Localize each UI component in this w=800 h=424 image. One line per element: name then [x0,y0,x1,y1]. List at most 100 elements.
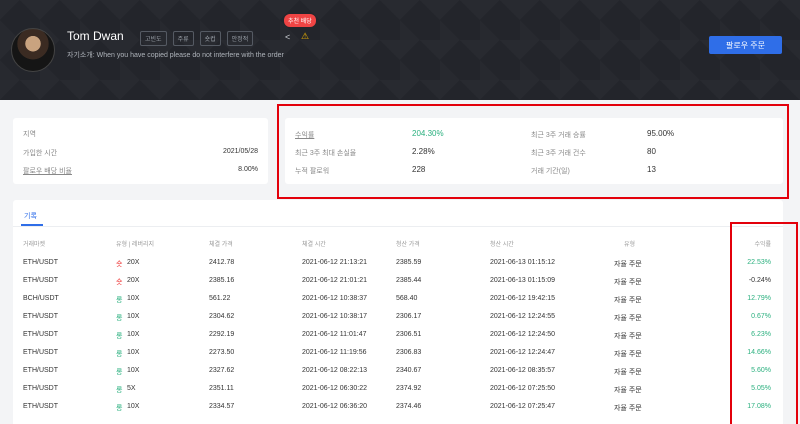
warning-icon[interactable]: ⚠ [301,31,309,42]
trader-header: Tom Dwan 고빈도 주류 숏컵 안정적 자기소개: When you ha… [0,0,800,100]
cell-close-time: 2021-06-12 19:42:15 [490,295,555,302]
tag: 주류 [172,31,194,46]
cell-leverage: 10X [127,295,140,302]
cell-order-type: 자율 주문 [614,387,642,394]
cell-direction: 숏 [116,261,123,268]
cell-leverage: 10X [127,367,140,374]
cell-close-time: 2021-06-12 08:35:57 [490,367,555,374]
tag: 고빈도 [140,31,167,46]
cell-market: ETH/USDT [23,259,58,266]
cell-open-time: 2021-06-12 11:01:47 [302,331,367,338]
region-label: 지역 [23,131,36,138]
cell-direction: 롱 [116,315,123,322]
trader-tags: 고빈도 주류 숏컵 안정적 [140,31,254,46]
records-panel: 기록 거래마켓 유형 | 레버리지 체결 가격 체결 시간 청산 가격 청산 시… [13,200,783,424]
cell-open-time: 2021-06-12 06:30:22 [302,385,367,392]
share-icon[interactable]: < [285,32,290,42]
cell-market: ETH/USDT [23,367,58,374]
cell-open-price: 2327.62 [209,367,235,374]
cell-market: ETH/USDT [23,385,58,392]
column-header-market: 거래마켓 [23,242,46,248]
highlight-box-stats [277,104,789,199]
cell-direction: 숏 [116,279,123,286]
cell-open-time: 2021-06-12 21:01:21 [302,277,367,284]
follow-ratio-row: 팔로우 배당 비율 8.00% [23,166,258,176]
column-header-close-time: 청산 시간 [490,242,514,248]
tab-records[interactable]: 기록 [24,211,37,221]
trader-bio: 자기소개: When you have copied please do not… [67,52,284,59]
cell-direction: 롱 [116,351,123,358]
cell-open-price: 2412.78 [209,259,235,266]
cell-leverage: 20X [127,259,140,266]
cell-close-time: 2021-06-12 07:25:47 [490,403,555,410]
column-header-open-time: 체결 시간 [302,242,326,248]
cell-leverage: 10X [127,349,140,356]
tag: 숏컵 [199,31,221,46]
cell-open-price: 561.22 [209,295,231,302]
cell-leverage: 20X [127,277,140,284]
cell-close-price: 2340.67 [396,367,422,374]
cell-open-price: 2351.11 [209,385,234,392]
cell-open-time: 2021-06-12 08:22:13 [302,367,367,374]
follow-order-button[interactable]: 팔로우 주문 [709,36,782,54]
cell-order-type: 자율 주문 [614,333,642,340]
column-header-close-price: 청산 가격 [396,242,420,248]
cell-market: BCH/USDT [23,295,59,302]
cell-close-price: 2306.51 [396,331,422,338]
cell-close-time: 2021-06-13 01:15:09 [490,277,555,284]
cell-direction: 롱 [116,333,123,340]
cell-leverage: 10X [127,313,140,320]
cell-order-type: 자율 주문 [614,279,642,286]
cell-direction: 롱 [116,297,123,304]
cell-close-time: 2021-06-12 12:24:50 [490,331,555,338]
cell-close-time: 2021-06-13 01:15:12 [490,259,555,266]
cell-direction: 롱 [116,405,123,412]
cell-open-time: 2021-06-12 21:13:21 [302,259,367,266]
cell-market: ETH/USDT [23,349,58,356]
cell-close-time: 2021-06-12 07:25:50 [490,385,555,392]
cell-open-price: 2292.19 [209,331,235,338]
trader-info-card: 지역 가입한 시간 2021/05/28 팔로우 배당 비율 8.00% [13,118,268,184]
cell-leverage: 5X [127,385,136,392]
cell-close-price: 2374.46 [396,403,422,410]
cell-order-type: 자율 주문 [614,351,642,358]
cell-open-time: 2021-06-12 11:19:56 [302,349,367,356]
column-header-direction-leverage: 유형 | 레버리지 [116,242,155,248]
cell-order-type: 자율 주문 [614,261,642,268]
cell-close-price: 2306.17 [396,313,422,320]
cell-order-type: 자율 주문 [614,315,642,322]
column-header-open-price: 체결 가격 [209,242,233,248]
cell-open-price: 2273.50 [209,349,235,356]
cell-direction: 롱 [116,387,123,394]
tag: 안정적 [226,31,254,46]
cell-order-type: 자율 주문 [614,369,642,376]
cell-open-price: 2304.62 [209,313,235,320]
cell-close-time: 2021-06-12 12:24:55 [490,313,555,320]
cell-direction: 롱 [116,369,123,376]
region-row: 지역 [23,129,258,139]
cell-open-time: 2021-06-12 10:38:17 [302,313,367,320]
cell-open-price: 2385.16 [209,277,235,284]
cell-order-type: 자율 주문 [614,405,642,412]
cell-close-price: 2385.44 [396,277,422,284]
cell-open-time: 2021-06-12 06:36:20 [302,403,367,410]
follow-ratio-value: 8.00% [238,166,258,173]
cell-market: ETH/USDT [23,313,58,320]
cell-market: ETH/USDT [23,403,58,410]
divider [13,226,783,227]
cell-market: ETH/USDT [23,277,58,284]
cell-order-type: 자율 주문 [614,297,642,304]
highlight-box-profit [730,222,798,424]
column-header-order-type: 유형 [624,242,636,248]
follow-ratio-label[interactable]: 팔로우 배당 비율 [23,166,72,176]
joined-value: 2021/05/28 [222,148,258,155]
avatar [11,28,55,72]
recommend-badge: 추천 배당 [284,14,316,27]
cell-close-time: 2021-06-12 12:24:47 [490,349,555,356]
cell-leverage: 10X [127,403,140,410]
cell-open-time: 2021-06-12 10:38:37 [302,295,367,302]
trader-name: Tom Dwan [67,29,124,43]
joined-label: 가입한 시간 [23,150,58,157]
cell-leverage: 10X [127,331,140,338]
cell-open-price: 2334.57 [209,403,235,410]
